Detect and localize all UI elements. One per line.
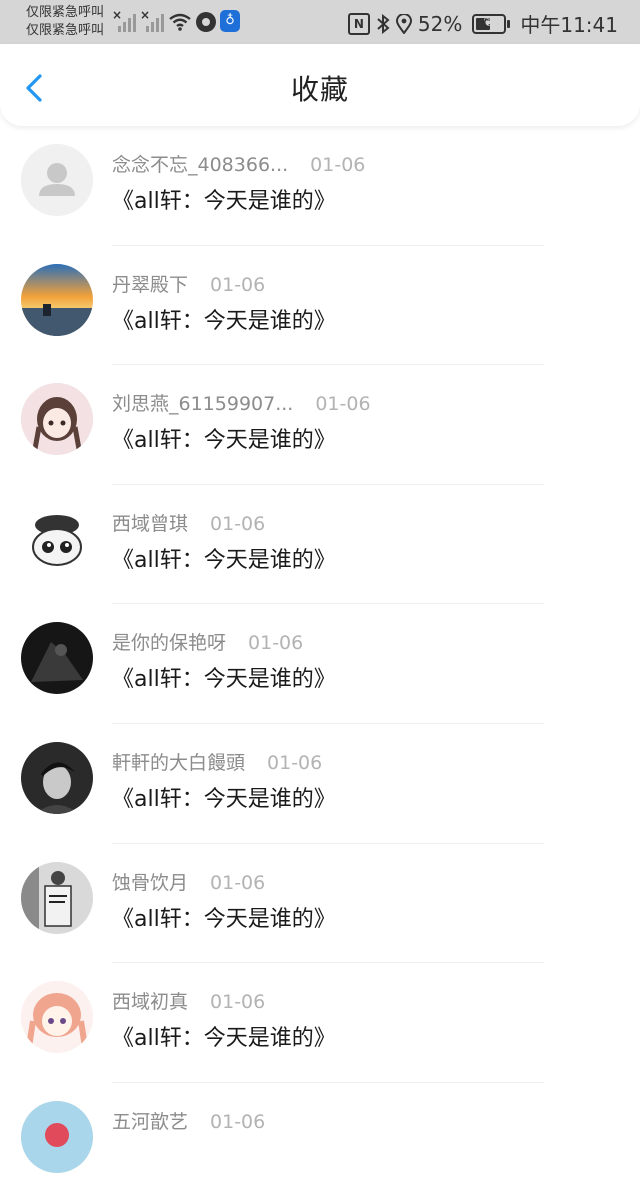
list-item[interactable]: 丹翠殿下 01-06 《all轩：今天是谁的》 — [0, 246, 640, 366]
date: 01-06 — [210, 871, 266, 894]
status-bar: 仅限紧急呼叫 仅限紧急呼叫 × × ♁ N 52% ❦ 中午11:41 — [0, 0, 640, 44]
page-title: 收藏 — [290, 73, 349, 106]
cartoon-face — [21, 502, 93, 575]
avatar[interactable] — [21, 622, 93, 695]
list-item[interactable]: 蚀骨饮月 01-06 《all轩：今天是谁的》 — [0, 844, 640, 964]
avatar[interactable] — [21, 741, 93, 814]
username: 軒軒的大白饅頭 — [112, 751, 246, 774]
avatar[interactable] — [21, 502, 93, 575]
anime-girl — [21, 383, 93, 456]
username: 念念不忘_408366... — [112, 154, 289, 176]
favorites-list: 念念不忘_408366... 01-06 《all轩：今天是谁的》 丹翠殿下 01-… — [0, 126, 640, 1202]
date: 01-06 — [210, 1110, 266, 1133]
carrier-text: 仅限紧急呼叫 仅限紧急呼叫 — [26, 4, 104, 40]
username: 西域曾琪 — [112, 512, 189, 535]
avatar[interactable] — [21, 263, 93, 336]
date: 01-06 — [267, 751, 323, 774]
street-photo — [21, 861, 93, 934]
bulb-icon: ♁ — [220, 10, 240, 32]
location-icon — [395, 13, 412, 34]
status-left-icons: × × ♁ — [112, 8, 240, 32]
carrier-line-1: 仅限紧急呼叫 — [26, 5, 105, 20]
clock: 中午11:41 — [520, 13, 618, 37]
sunset-photo — [21, 263, 93, 336]
username: 五河歆艺 — [112, 1110, 189, 1133]
dark-photo — [21, 622, 93, 695]
story-title: 《all轩：今天是谁的》 — [112, 547, 336, 573]
anime-pink-girl — [21, 981, 93, 1054]
story-title: 《all轩：今天是谁的》 — [112, 1026, 336, 1052]
avatar[interactable] — [21, 861, 93, 934]
nav-header: 收藏 — [0, 44, 640, 126]
story-title: 《all轩：今天是谁的》 — [112, 906, 336, 932]
signal-icon: × — [140, 8, 164, 32]
date: 01-06 — [210, 512, 266, 535]
story-title: 《all轩：今天是谁的》 — [112, 189, 336, 214]
username: 刘思燕_61159907... — [112, 393, 294, 416]
date: 01-06 — [248, 632, 304, 655]
date: 01-06 — [310, 154, 366, 176]
bw-portrait — [21, 741, 93, 814]
list-item[interactable]: 是你的保艳呀 01-06 《all轩：今天是谁的》 — [0, 604, 640, 724]
story-title: 《all轩：今天是谁的》 — [112, 667, 336, 693]
username: 蚀骨饮月 — [112, 871, 189, 894]
date: 01-06 — [315, 393, 371, 416]
battery-percent: 52% — [417, 11, 463, 36]
username: 是你的保艳呀 — [112, 632, 227, 655]
date: 01-06 — [210, 991, 266, 1014]
list-item[interactable]: 軒軒的大白饅頭 01-06 《all轩：今天是谁的》 — [0, 724, 640, 844]
list-item[interactable]: 念念不忘_408366... 01-06 《all轩：今天是谁的》 — [0, 126, 640, 246]
story-title: 《all轩：今天是谁的》 — [112, 786, 336, 812]
battery-icon: ❦ — [472, 13, 511, 34]
list-item[interactable]: 五河歆艺 01-06 — [0, 1083, 640, 1202]
wifi-icon — [169, 13, 191, 31]
story-title: 《all轩：今天是谁的》 — [112, 428, 336, 454]
avatar[interactable] — [21, 383, 93, 456]
avatar[interactable] — [21, 981, 93, 1054]
bluetooth-icon — [377, 13, 390, 34]
avatar[interactable] — [21, 1100, 93, 1173]
avatar[interactable] — [21, 144, 93, 216]
status-right-icons: N 52% ❦ 中午11:41 — [347, 9, 618, 38]
signal-icon: × — [112, 8, 136, 32]
list-item[interactable]: 西域曾琪 01-06 《all轩：今天是谁的》 — [0, 485, 640, 605]
username: 西域初真 — [112, 991, 189, 1014]
list-item[interactable]: 西域初真 01-06 《all轩：今天是谁的》 — [0, 963, 640, 1083]
app-circle-icon — [196, 12, 216, 32]
username: 丹翠殿下 — [112, 273, 189, 296]
carrier-line-2: 仅限紧急呼叫 — [26, 23, 105, 38]
list-item[interactable]: 刘思燕_61159907... 01-06 《all轩：今天是谁的》 — [0, 365, 640, 485]
default-person-icon — [21, 144, 93, 216]
icecream-photo — [21, 1100, 93, 1173]
story-title: 《all轩：今天是谁的》 — [112, 308, 336, 334]
date: 01-06 — [210, 273, 266, 296]
nfc-icon: N — [347, 12, 370, 35]
